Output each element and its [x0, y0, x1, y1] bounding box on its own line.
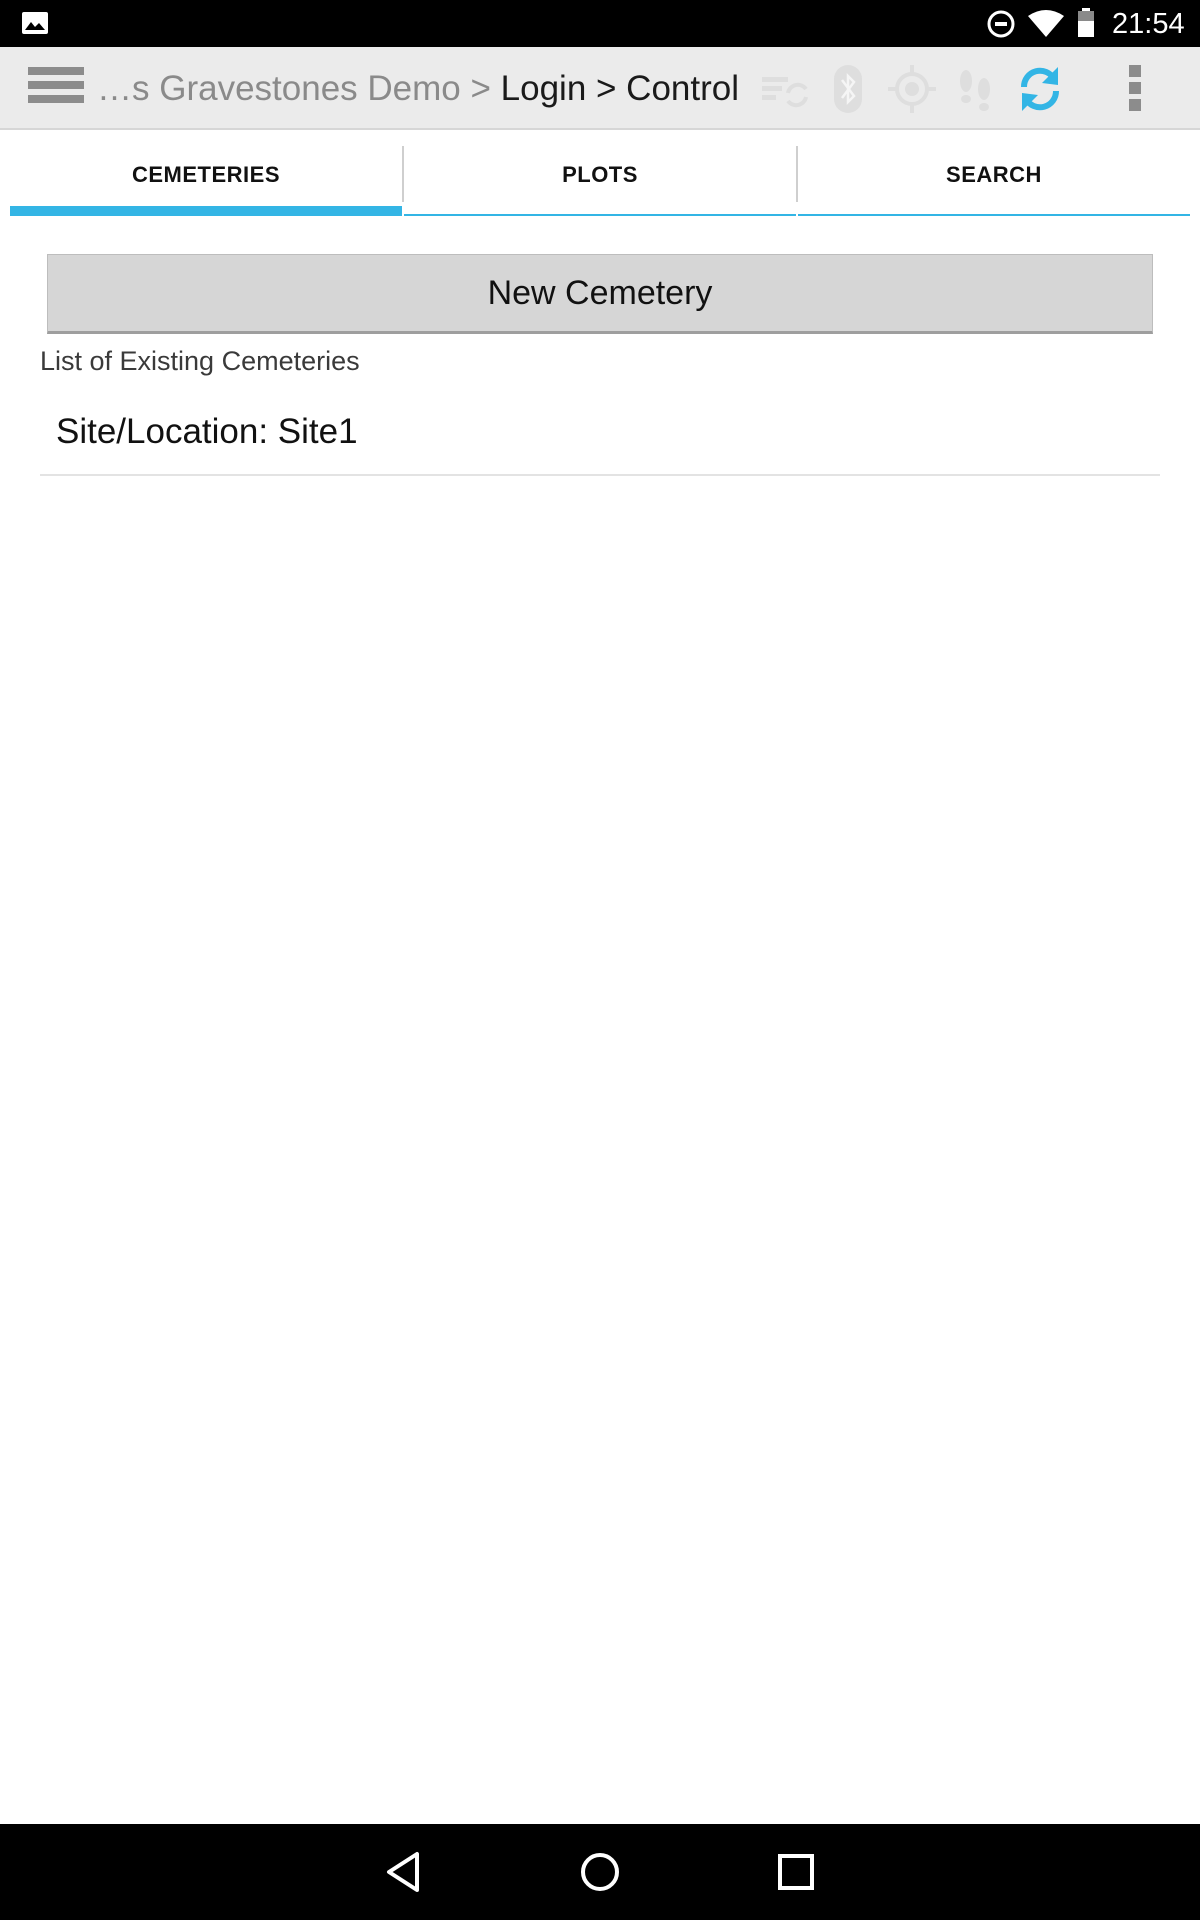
tab-cemeteries[interactable]: CEMETERIES	[10, 146, 402, 216]
sync-list-icon[interactable]	[758, 63, 810, 115]
image-icon	[22, 12, 48, 34]
tab-label: SEARCH	[946, 162, 1042, 187]
breadcrumb: …s Gravestones Demo > Login > Control	[97, 67, 739, 111]
tab-search[interactable]: SEARCH	[798, 146, 1190, 216]
tab-plots[interactable]: PLOTS	[404, 146, 796, 216]
list-item[interactable]: Site/Location: Site1	[40, 392, 1160, 476]
hamburger-menu-icon[interactable]	[28, 67, 84, 109]
tab-label: PLOTS	[562, 162, 638, 187]
recents-icon[interactable]	[772, 1848, 820, 1896]
back-icon[interactable]	[381, 1848, 429, 1896]
list-heading: List of Existing Cemeteries	[40, 346, 360, 376]
home-icon[interactable]	[576, 1848, 624, 1896]
overflow-menu-icon[interactable]	[1125, 65, 1145, 115]
tab-label: CEMETERIES	[131, 162, 281, 187]
status-bar: 21:54	[0, 0, 1200, 47]
navigation-bar	[0, 1824, 1200, 1920]
tab-indicator	[10, 206, 402, 216]
cemeteries-panel: New Cemetery List of Existing Cemeteries…	[10, 216, 1190, 1824]
wifi-icon	[1028, 10, 1064, 38]
do-not-disturb-icon	[987, 10, 1015, 38]
gps-target-icon[interactable]	[886, 63, 938, 115]
bluetooth-icon[interactable]	[822, 63, 874, 115]
breadcrumb-parent[interactable]: …s Gravestones Demo >	[97, 69, 491, 108]
footsteps-icon[interactable]	[950, 63, 1002, 115]
action-bar: …s Gravestones Demo > Login > Control	[0, 47, 1200, 130]
breadcrumb-current: Login > Control	[500, 69, 739, 108]
clock: 21:54	[1112, 8, 1185, 40]
new-cemetery-button[interactable]: New Cemetery	[47, 254, 1153, 334]
tab-bar: CEMETERIES PLOTS SEARCH	[10, 146, 1190, 216]
refresh-icon[interactable]	[1014, 63, 1066, 115]
battery-icon	[1077, 8, 1095, 38]
